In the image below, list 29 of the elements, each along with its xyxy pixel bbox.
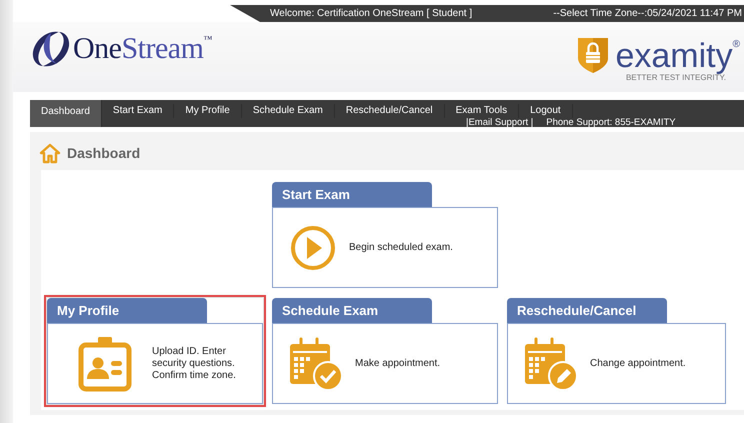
card-title[interactable]: Schedule Exam bbox=[272, 298, 432, 323]
card-title[interactable]: My Profile bbox=[47, 298, 207, 323]
nav-tab[interactable]: My Profile bbox=[174, 104, 242, 118]
card-description: Upload ID. Enter security questions. Confirm time zone. bbox=[152, 346, 237, 382]
support-link[interactable]: |Email Support | bbox=[466, 118, 534, 127]
nav-tab[interactable]: Reschedule/Cancel bbox=[334, 104, 445, 118]
card-title[interactable]: Reschedule/Cancel bbox=[507, 298, 667, 323]
brand-wordmark: OneStream$^{™}$ bbox=[73, 32, 212, 66]
calendar-check-icon bbox=[289, 336, 343, 390]
card-description: Begin scheduled exam. bbox=[349, 242, 453, 254]
nav-tab[interactable]: Dashboard bbox=[30, 100, 102, 127]
nav-tab[interactable]: Schedule Exam bbox=[242, 104, 335, 118]
home-icon bbox=[39, 142, 61, 164]
play-icon bbox=[289, 224, 337, 272]
card-description: Make appointment. bbox=[355, 358, 440, 370]
partner-wordmark: examity$^{®}$ bbox=[615, 36, 740, 73]
shield-lock-icon bbox=[577, 36, 610, 74]
time-zone-link[interactable]: --Select Time Zone--:05/24/2021 11:47 PM bbox=[553, 8, 742, 19]
tagline: BETTER TEST INTEGRITY. bbox=[626, 73, 726, 82]
calendar-pencil-icon bbox=[524, 336, 578, 390]
welcome-text: Welcome: Certification OneStream [ Student ] bbox=[270, 8, 472, 19]
nav-tab[interactable]: Logout bbox=[519, 104, 573, 118]
nav-tab[interactable]: Exam Tools bbox=[444, 104, 520, 118]
nav-tab[interactable]: Start Exam bbox=[102, 104, 174, 118]
id-badge-icon bbox=[76, 334, 134, 392]
support-link[interactable]: Phone Support: 855-EXAMITY bbox=[546, 118, 676, 127]
card-description: Change appointment. bbox=[590, 358, 686, 370]
card-title[interactable]: Start Exam bbox=[272, 182, 432, 207]
page-title: Dashboard bbox=[67, 145, 140, 161]
